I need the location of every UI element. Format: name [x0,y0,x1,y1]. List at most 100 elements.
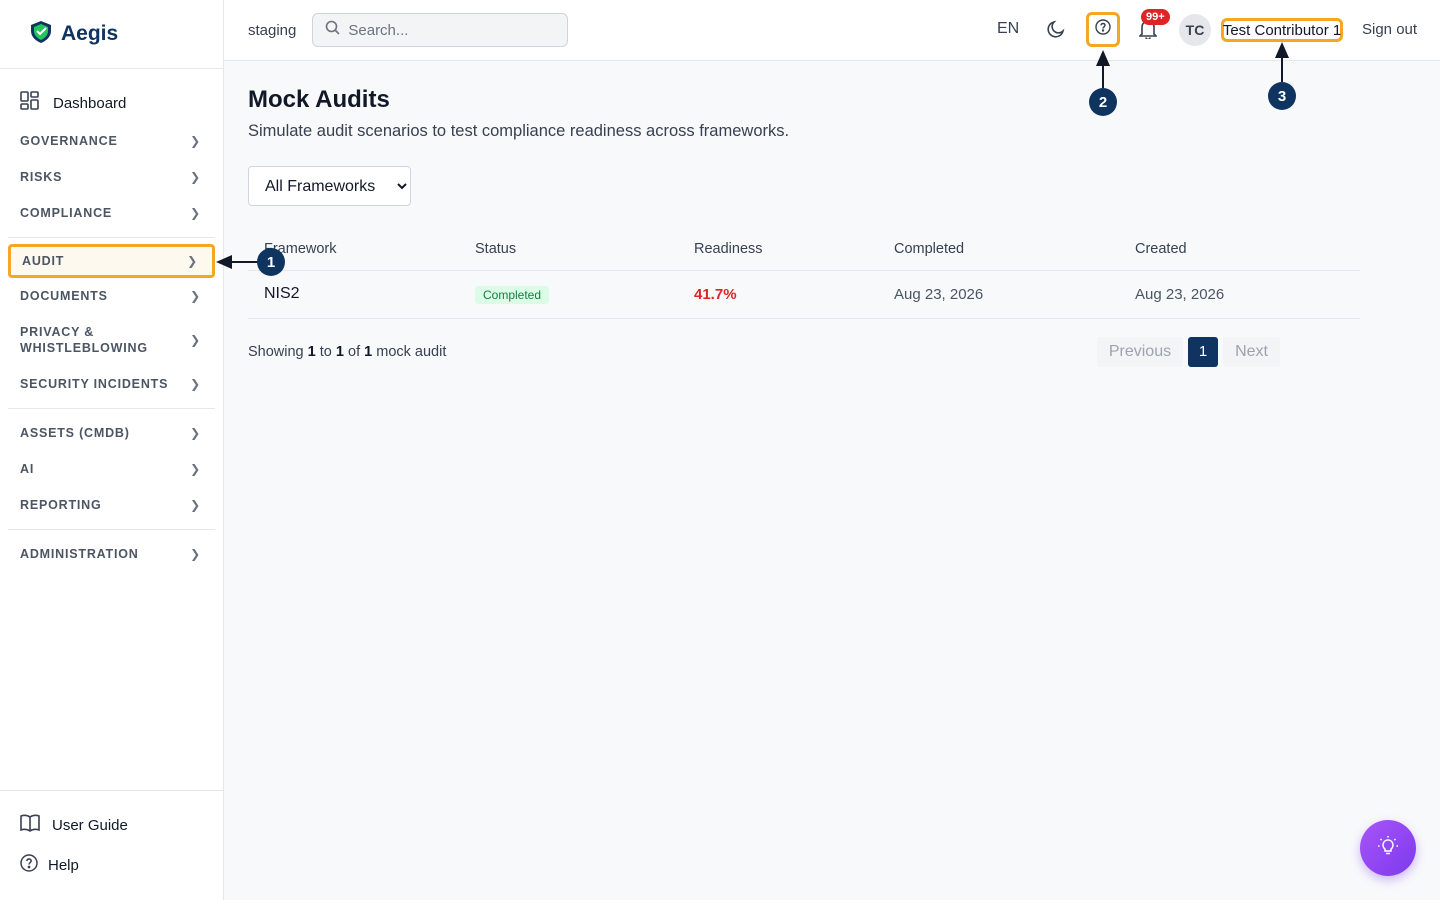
column-header-status[interactable]: Status [459,228,678,271]
search-box[interactable] [312,13,569,47]
assistant-fab-button[interactable] [1360,820,1416,876]
sidebar-item-ai[interactable]: AI ❯ [0,451,223,487]
previous-page-button[interactable]: Previous [1096,336,1184,367]
dashboard-grid-icon [20,91,39,115]
user-guide-link[interactable]: User Guide [0,805,223,845]
cell-completed: Aug 23, 2026 [878,270,1119,319]
sign-out-link[interactable]: Sign out [1362,21,1417,38]
page-title: Mock Audits [248,86,390,113]
cell-status: Completed [459,270,678,319]
app-name: Aegis [61,22,119,45]
sidebar-item-privacy[interactable]: PRIVACY & WHISTLEBLOWING ❯ [0,314,223,366]
next-page-button[interactable]: Next [1223,336,1280,367]
sidebar-item-governance[interactable]: GOVERNANCE ❯ [0,123,223,159]
sidebar-item-label: GOVERNANCE [20,134,118,148]
chevron-right-icon: ❯ [190,426,201,440]
pagination: Previous 1 Next [1096,336,1280,367]
help-button[interactable] [1086,12,1120,47]
divider [8,529,215,530]
sidebar-item-label: RISKS [20,170,63,184]
help-label: Help [48,856,79,874]
notification-badge: 99+ [1141,9,1170,25]
user-name[interactable]: Test Contributor 1 [1221,18,1343,42]
chevron-right-icon: ❯ [190,134,201,148]
annotation-marker-2: 2 [1089,88,1117,116]
chevron-right-icon: ❯ [190,206,201,220]
divider [8,408,215,409]
page-number-button[interactable]: 1 [1188,336,1219,367]
summary-total: 1 [364,343,373,360]
table-footer: Showing 1 to 1 of 1 mock audit Previous … [248,336,1280,367]
sidebar-item-label: DOCUMENTS [20,289,108,303]
status-badge: Completed [475,285,550,304]
cell-framework: NIS2 [248,270,459,319]
summary-to: 1 [335,343,344,360]
language-switcher[interactable]: EN [997,20,1019,38]
help-circle-icon [1095,19,1111,40]
sidebar-item-label: PRIVACY & WHISTLEBLOWING [20,324,148,356]
logo[interactable]: Aegis [0,0,223,69]
sidebar-item-label: ADMINISTRATION [20,547,139,561]
help-link[interactable]: Help [0,845,223,885]
shield-logo-icon [30,20,52,49]
chevron-right-icon: ❯ [190,377,201,391]
label-line-1: PRIVACY & [20,325,95,339]
column-header-created[interactable]: Created [1119,228,1360,271]
avatar[interactable]: TC [1179,14,1211,46]
chevron-right-icon: ❯ [190,462,201,476]
sidebar-footer: User Guide Help [0,790,223,900]
search-icon [325,20,340,40]
label-line-2: WHISTLEBLOWING [20,341,148,355]
chevron-right-icon: ❯ [190,333,201,347]
sidebar-item-label: Dashboard [53,94,127,112]
summary-of-word: of [348,343,361,360]
annotation-marker-3: 3 [1268,82,1296,110]
readiness-value: 41.7% [694,285,737,303]
table-row[interactable]: NIS2 Completed 41.7% Aug 23, 2026 Aug 23… [248,270,1360,319]
results-summary: Showing 1 to 1 of 1 mock audit [248,344,446,360]
moon-icon[interactable] [1046,19,1066,44]
sidebar: Aegis Dashboard GOVERNANCE ❯ RISKS ❯ COMPL… [0,0,224,900]
chevron-right-icon: ❯ [187,254,198,268]
framework-filter-select[interactable]: All Frameworks [248,166,411,206]
sidebar-item-security-incidents[interactable]: SECURITY INCIDENTS ❯ [0,366,223,402]
help-circle-icon [20,854,38,876]
sidebar-item-label: AUDIT [22,254,65,268]
sidebar-nav: Dashboard GOVERNANCE ❯ RISKS ❯ COMPLIANCE ❯… [0,69,223,572]
mock-audits-table: Framework Status Readiness Completed Cre… [248,228,1360,319]
sidebar-item-risks[interactable]: RISKS ❯ [0,159,223,195]
chevron-right-icon: ❯ [190,547,201,561]
sidebar-item-label: SECURITY INCIDENTS [20,377,169,391]
divider [8,237,215,238]
sidebar-item-label: COMPLIANCE [20,206,113,220]
summary-from: 1 [307,343,316,360]
sidebar-item-label: AI [20,462,35,476]
sidebar-item-documents[interactable]: DOCUMENTS ❯ [0,278,223,314]
sidebar-item-audit[interactable]: AUDIT ❯ [8,244,215,278]
cell-readiness: 41.7% [678,270,878,319]
column-header-readiness[interactable]: Readiness [678,228,878,271]
book-icon [20,814,40,836]
annotation-marker-1: 1 [257,248,285,276]
topbar: staging EN 99+ TC Test Contributor 1 Sig… [224,0,1440,61]
sidebar-item-label: ASSETS (CMDB) [20,426,130,440]
lightbulb-icon [1377,835,1399,862]
table-header-row: Framework Status Readiness Completed Cre… [248,228,1360,271]
sidebar-item-administration[interactable]: ADMINISTRATION ❯ [0,536,223,572]
sidebar-item-reporting[interactable]: REPORTING ❯ [0,487,223,523]
user-guide-label: User Guide [52,816,128,834]
summary-suffix: mock audit [376,343,447,360]
sidebar-item-assets[interactable]: ASSETS (CMDB) ❯ [0,415,223,451]
environment-label: staging [248,21,297,39]
sidebar-item-compliance[interactable]: COMPLIANCE ❯ [0,195,223,231]
chevron-right-icon: ❯ [190,498,201,512]
summary-to-word: to [319,343,332,360]
search-input[interactable] [348,21,549,39]
chevron-right-icon: ❯ [190,170,201,184]
page-subtitle: Simulate audit scenarios to test complia… [248,122,790,140]
sidebar-item-dashboard[interactable]: Dashboard [0,87,223,119]
sidebar-item-label: REPORTING [20,498,102,512]
main-content: Mock Audits Simulate audit scenarios to … [248,86,1360,367]
cell-created: Aug 23, 2026 [1119,270,1360,319]
column-header-completed[interactable]: Completed [878,228,1119,271]
